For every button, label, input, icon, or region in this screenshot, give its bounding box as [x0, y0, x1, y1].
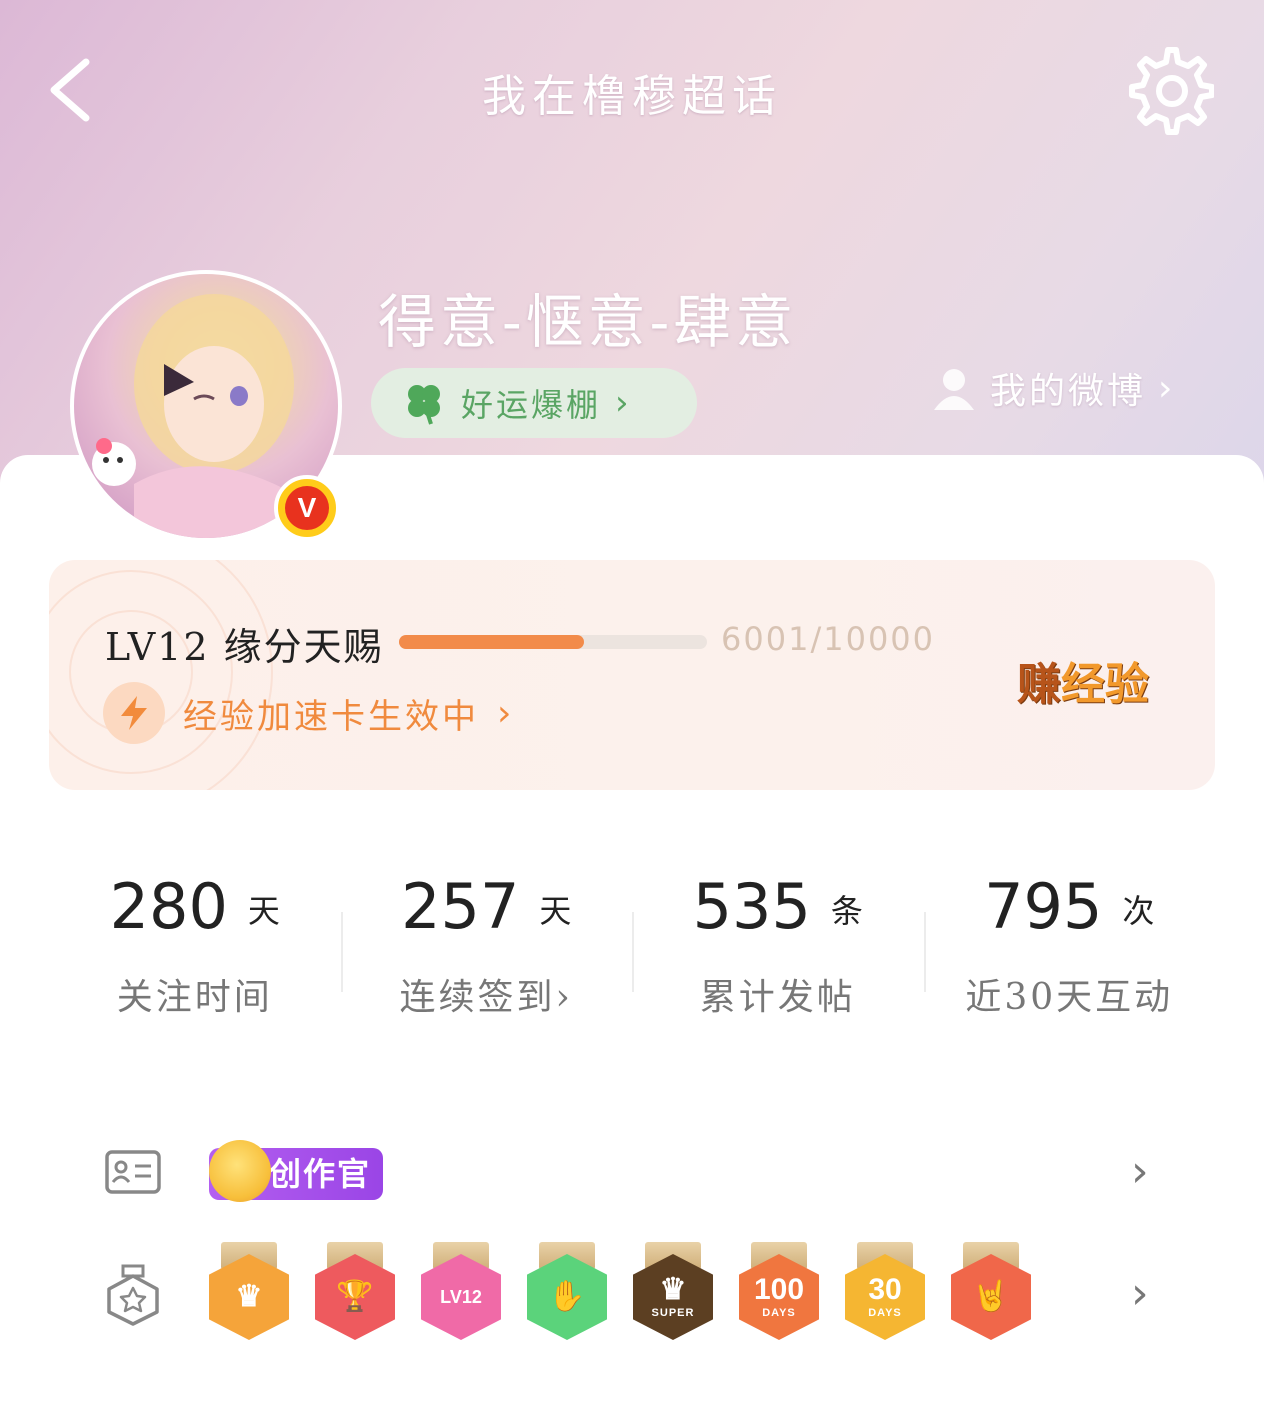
my-weibo-link[interactable]: 我的微博 ›: [930, 358, 1172, 418]
verified-v-icon: V: [285, 486, 329, 530]
earn-exp-label-a: 赚: [1017, 659, 1061, 710]
earn-exp-label-b: 经验: [1061, 659, 1149, 710]
stat-label: 连续签到: [399, 977, 556, 1018]
stat-follow-days: 280 天 关注时间: [49, 830, 341, 1050]
stat-unit: 次: [1122, 892, 1155, 930]
stat-value: 535: [692, 870, 811, 943]
my-weibo-label: 我的微博: [990, 371, 1147, 412]
creator-mascot-icon: [209, 1140, 271, 1202]
chevron-right-icon: ›: [497, 692, 512, 734]
clover-icon: [408, 385, 440, 425]
stat-label: 关注时间: [116, 977, 273, 1018]
identity-row-chevron-icon[interactable]: ›: [1131, 1146, 1149, 1197]
exp-progress-bar: [399, 635, 707, 649]
hand-medal[interactable]: ✋: [527, 1242, 607, 1340]
level-card: LV12 缘分天赐 6001/10000 经验加速卡生效中 › 赚经验: [49, 560, 1215, 790]
medal-icon: [105, 1264, 161, 1330]
badges-card: 创作官 › ♛ 🏆 LV12 ✋ ♛ SUPER 100 DAYS 30 DAYS 🤘 ›: [49, 1092, 1215, 1392]
chevron-right-icon: ›: [615, 383, 629, 423]
chevron-right-icon: ›: [1158, 367, 1173, 409]
rock-hand-medal[interactable]: 🤘: [951, 1242, 1031, 1340]
boost-card-link[interactable]: 经验加速卡生效中 ›: [103, 682, 511, 744]
stat-label: 累计发帖: [699, 977, 856, 1018]
boost-text: 经验加速卡生效中: [183, 696, 479, 737]
verified-badge: V: [274, 475, 340, 541]
stat-value: 795: [984, 870, 1103, 943]
gear-icon: [1129, 47, 1215, 135]
medal-subtext: SUPER: [651, 1307, 695, 1319]
luck-tag[interactable]: 好运爆棚 ›: [371, 368, 697, 438]
stat-unit: 天: [247, 892, 280, 930]
page-title: 我在橹穆超话: [482, 71, 782, 122]
stat-interactions-30d: 795 次 近30天互动: [923, 830, 1216, 1050]
medal-glyph: 🏆: [336, 1280, 374, 1313]
level-label: LV12 缘分天赐: [105, 625, 384, 669]
lv12-medal[interactable]: LV12: [421, 1242, 501, 1340]
nickname: 得意-惬意-肆意: [378, 288, 798, 356]
lightning-icon: [103, 682, 165, 744]
stat-checkin-days[interactable]: 257 天 连续签到›: [340, 830, 633, 1050]
trophy-medal[interactable]: 🏆: [315, 1242, 395, 1340]
medal-glyph: ♛: [659, 1273, 687, 1306]
medal-row-chevron-icon[interactable]: ›: [1131, 1268, 1149, 1319]
stat-label: 近30天互动: [965, 977, 1174, 1018]
medal-glyph: 🤘: [972, 1280, 1010, 1313]
stats-row: 280 天 关注时间 257 天 连续签到› 535 条 累计发帖 795 次 近30天…: [49, 830, 1215, 1050]
medal-glyph: 30: [868, 1273, 902, 1306]
medal-subtext: DAYS: [762, 1307, 796, 1319]
100-days-medal[interactable]: 100 DAYS: [739, 1242, 819, 1340]
medal-glyph: 100: [753, 1273, 805, 1306]
id-card-icon: [105, 1150, 161, 1198]
medal-list[interactable]: ♛ 🏆 LV12 ✋ ♛ SUPER 100 DAYS 30 DAYS 🤘: [209, 1242, 1031, 1340]
exp-text: 6001/10000: [721, 620, 936, 658]
30-days-medal[interactable]: 30 DAYS: [845, 1242, 925, 1340]
medal-glyph: LV12: [440, 1287, 482, 1307]
chevron-right-icon: ›: [555, 977, 573, 1018]
super-medal[interactable]: ♛ SUPER: [633, 1242, 713, 1340]
stat-value: 280: [109, 870, 228, 943]
medal-glyph: ♛: [235, 1280, 263, 1313]
medal-subtext: DAYS: [868, 1307, 902, 1319]
crown-medal[interactable]: ♛: [209, 1242, 289, 1340]
earn-exp-button[interactable]: 赚经验: [1017, 648, 1149, 712]
luck-tag-label: 好运爆棚: [461, 386, 602, 424]
exp-progress-fill: [399, 635, 584, 649]
stat-unit: 条: [830, 892, 863, 930]
stat-value: 257: [401, 870, 520, 943]
medal-glyph: ✋: [548, 1280, 586, 1313]
stat-unit: 天: [539, 892, 572, 930]
stat-total-posts: 535 条 累计发帖: [632, 830, 924, 1050]
user-icon: [934, 369, 974, 410]
settings-button[interactable]: [1122, 44, 1215, 136]
